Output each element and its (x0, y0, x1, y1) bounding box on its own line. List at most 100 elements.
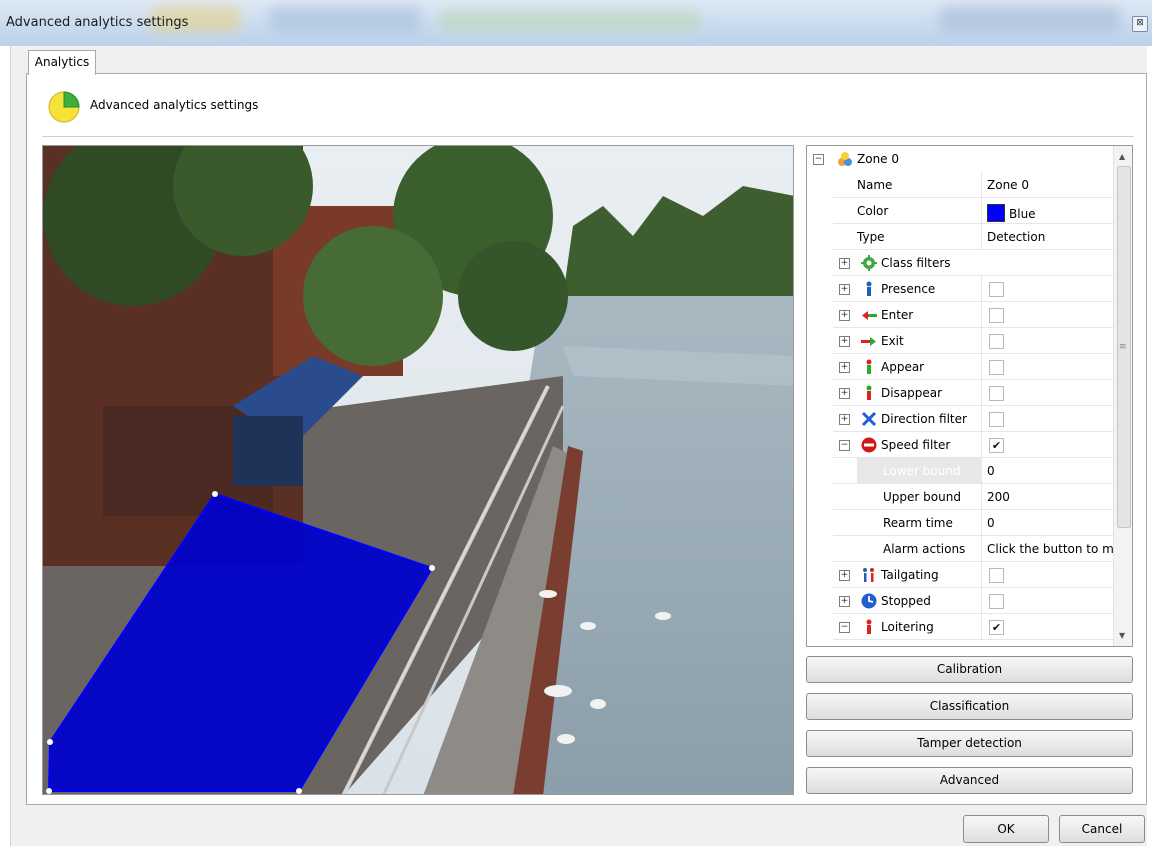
tailgating-checkbox[interactable] (989, 568, 1004, 583)
zone-vertex-handle[interactable] (47, 739, 53, 745)
collapse-icon[interactable]: − (839, 622, 850, 633)
camera-scene (43, 146, 793, 794)
grip-icon: ≡ (1119, 342, 1127, 352)
property-label: Rearm time (883, 516, 953, 530)
property-label: Type (857, 230, 885, 244)
zone-label: Zone 0 (857, 152, 899, 166)
loitering-checkbox[interactable]: ✔ (989, 620, 1004, 635)
expand-icon[interactable]: + (839, 258, 850, 269)
property-value[interactable]: Click the button to mo (987, 542, 1115, 556)
calibration-button[interactable]: Calibration (806, 656, 1133, 683)
scroll-down-icon[interactable]: ▼ (1119, 631, 1125, 640)
window-title: Advanced analytics settings (6, 15, 189, 30)
tamper-detection-button[interactable]: Tamper detection (806, 730, 1133, 757)
title-bar: Advanced analytics settings ⊠ (0, 0, 1152, 46)
page-title: Advanced analytics settings (90, 98, 259, 112)
exit-arrow-icon (861, 337, 876, 346)
close-icon[interactable]: ⊠ (1132, 16, 1148, 32)
filter-label: Tailgating (881, 568, 939, 582)
expand-icon[interactable]: + (839, 596, 850, 607)
scroll-up-icon[interactable]: ▲ (1119, 152, 1125, 161)
ok-button[interactable]: OK (963, 815, 1049, 843)
expand-icon[interactable]: + (839, 310, 850, 321)
gear-icon (861, 255, 877, 271)
color-value[interactable]: Blue (987, 204, 1036, 222)
collapse-icon[interactable]: − (813, 154, 824, 165)
collapse-icon[interactable]: − (839, 440, 850, 451)
filter-label: Stopped (881, 594, 931, 608)
stopped-checkbox[interactable] (989, 594, 1004, 609)
exit-checkbox[interactable] (989, 334, 1004, 349)
tailgating-icon (863, 568, 874, 582)
property-row[interactable]: Color Blue (807, 198, 1115, 224)
color-name: Blue (1009, 207, 1036, 221)
filter-row-disappear[interactable]: + Disappear (807, 380, 1115, 406)
appear-icon (866, 359, 872, 374)
divider (42, 136, 1134, 137)
filter-row-tailgating[interactable]: + Tailgating (807, 562, 1115, 588)
advanced-button[interactable]: Advanced (806, 767, 1133, 794)
filter-label: Disappear (881, 386, 943, 400)
filter-row-appear[interactable]: + Appear (807, 354, 1115, 380)
property-value[interactable]: Detection (987, 230, 1045, 244)
property-grid[interactable]: − Zone 0 Name Zone 0 Color Blue Type Det… (806, 145, 1133, 647)
zone-vertex-handle[interactable] (429, 565, 435, 571)
property-row-rearm-time[interactable]: Rearm time 0 (807, 510, 1115, 536)
filter-row-enter[interactable]: + Enter (807, 302, 1115, 328)
expand-icon[interactable]: + (839, 388, 850, 399)
enter-checkbox[interactable] (989, 308, 1004, 323)
filter-label: Class filters (881, 256, 951, 270)
property-label: Lower bound (883, 464, 961, 478)
property-row[interactable]: Name Zone 0 (807, 172, 1115, 198)
filter-row-direction[interactable]: + Direction filter (807, 406, 1115, 432)
filter-row-stopped[interactable]: + Stopped (807, 588, 1115, 614)
zone-vertex-handle[interactable] (46, 788, 52, 794)
filter-row-loitering[interactable]: − Loitering ✔ (807, 614, 1115, 640)
appear-checkbox[interactable] (989, 360, 1004, 375)
property-row-alarm-actions[interactable]: Alarm actions Click the button to mo (807, 536, 1115, 562)
video-preview[interactable] (42, 145, 794, 795)
direction-icon (861, 411, 877, 427)
property-value[interactable]: 200 (987, 490, 1010, 504)
filter-row-exit[interactable]: + Exit (807, 328, 1115, 354)
property-label: Name (857, 178, 893, 192)
zone-vertex-handle[interactable] (296, 788, 302, 794)
cancel-button[interactable]: Cancel (1059, 815, 1145, 843)
filter-label: Loitering (881, 620, 934, 634)
expand-icon[interactable]: + (839, 570, 850, 581)
classification-button[interactable]: Classification (806, 693, 1133, 720)
speed-checkbox[interactable]: ✔ (989, 438, 1004, 453)
expand-icon[interactable]: + (839, 414, 850, 425)
property-value[interactable]: 0 (987, 464, 995, 478)
property-row[interactable]: Type Detection (807, 224, 1115, 250)
property-row-lower-bound[interactable]: Lower bound 0 (807, 458, 1115, 484)
clock-icon (861, 593, 877, 609)
property-label: Upper bound (883, 490, 961, 504)
zone-node[interactable]: − Zone 0 (807, 146, 1115, 172)
property-value[interactable]: 0 (987, 516, 995, 530)
expand-icon[interactable]: + (839, 362, 850, 373)
vertical-scrollbar[interactable]: ▲ ≡ ▼ (1113, 146, 1132, 646)
zone-vertex-handle[interactable] (212, 491, 218, 497)
zone-icon (838, 152, 852, 166)
tab-analytics[interactable]: Analytics (28, 50, 96, 75)
expand-icon[interactable]: + (839, 336, 850, 347)
loitering-icon (866, 619, 872, 634)
disappear-icon (866, 385, 872, 400)
disappear-checkbox[interactable] (989, 386, 1004, 401)
direction-checkbox[interactable] (989, 412, 1004, 427)
property-label: Color (857, 204, 889, 218)
filter-row-presence[interactable]: + Presence (807, 276, 1115, 302)
expand-icon[interactable]: + (839, 284, 850, 295)
filter-row-speed[interactable]: − Speed filter ✔ (807, 432, 1115, 458)
enter-arrow-icon (862, 311, 877, 320)
pie-chart-icon (48, 91, 80, 123)
filter-row-class-filters[interactable]: + Class filters (807, 250, 1115, 276)
property-value[interactable]: Zone 0 (987, 178, 1029, 192)
property-row-upper-bound[interactable]: Upper bound 200 (807, 484, 1115, 510)
presence-checkbox[interactable] (989, 282, 1004, 297)
filter-label: Exit (881, 334, 904, 348)
speed-icon (861, 437, 877, 453)
person-icon (866, 281, 872, 296)
filter-label: Speed filter (881, 438, 951, 452)
